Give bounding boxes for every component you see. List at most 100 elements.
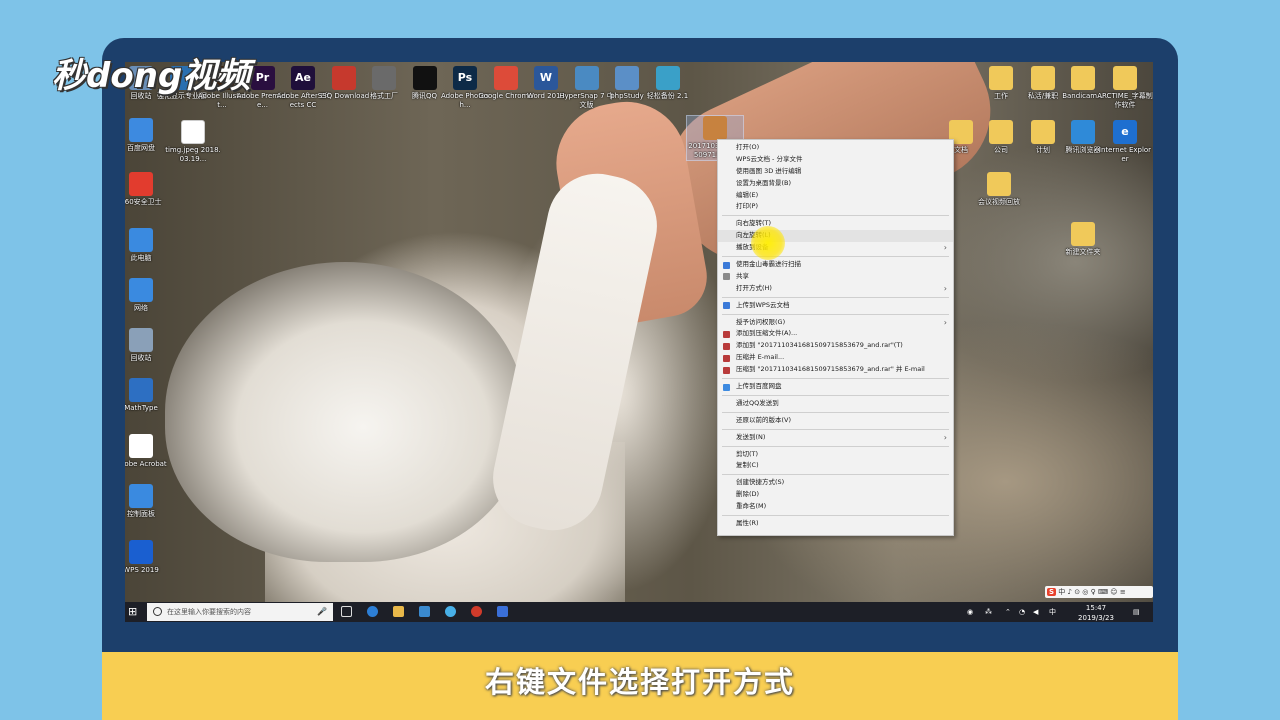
context-menu-item[interactable]: WPS云文档 - 分享文件 — [718, 154, 953, 166]
context-menu-item-label: 删除(D) — [736, 490, 760, 499]
submenu-arrow-icon: › — [943, 243, 947, 253]
menu-separator — [722, 313, 949, 315]
chrome-icon — [493, 66, 518, 90]
tray-date: 2019/3/23 — [1078, 614, 1114, 622]
recycle-bin-icon — [129, 328, 153, 352]
desktop-left-icon-0[interactable]: 百度网盘 — [125, 118, 169, 153]
taskbar: ⊞ 在这里输入你要搜索的内容 🎤 ◉ ⁂ ⌃ ◔ ◀ 中 15:47 2019/… — [125, 602, 1153, 622]
desktop-left-icon-label: 网络 — [134, 304, 148, 312]
context-menu-item[interactable]: 设置为桌面背景(B) — [718, 178, 953, 190]
desktop-top-icon-13[interactable]: 轻松备份 2.1 — [640, 66, 696, 101]
tray-volume-icon[interactable]: ◀ — [1033, 607, 1038, 617]
acrobat-icon — [129, 434, 153, 458]
tray-shield-icon[interactable]: ◉ — [967, 607, 973, 617]
word-icon: W — [534, 66, 558, 90]
context-menu-item[interactable]: 复制(C) — [718, 460, 953, 472]
context-menu-item-label: 还原以前的版本(V) — [736, 415, 792, 424]
context-menu-item-label: 创建快捷方式(S) — [736, 478, 785, 487]
desktop-left-icon-2[interactable]: 此电脑 — [125, 228, 169, 263]
context-menu-item-label: 共享 — [736, 271, 749, 280]
folder-icon — [989, 120, 1013, 144]
context-menu-item-label: 重命名(M) — [736, 502, 767, 511]
desktop-left-icon-3[interactable]: 网络 — [125, 278, 169, 313]
folder-icon — [987, 172, 1011, 196]
context-menu-item[interactable]: 还原以前的版本(V) — [718, 415, 953, 427]
app-taskbar-icon[interactable] — [497, 606, 508, 617]
record-icon[interactable] — [471, 606, 482, 617]
tray-wifi-icon[interactable]: ◔ — [1019, 607, 1025, 617]
context-menu-item-label: 剪切(T) — [736, 449, 759, 458]
context-menu-item[interactable]: 授予访问权限(G) › — [718, 317, 953, 329]
menu-item-icon — [723, 261, 730, 269]
context-menu-item[interactable]: 发送到(N) › — [718, 432, 953, 444]
desktop-file-jpeg[interactable]: timg.jpeg 2018.03.19... — [165, 120, 221, 164]
tray-clock[interactable]: 15:47 2019/3/23 — [1075, 603, 1117, 622]
action-center-icon[interactable]: ▤ — [1133, 607, 1140, 617]
tray-up-arrow-icon[interactable]: ⌃ — [1005, 607, 1011, 617]
tencent-browser-icon[interactable] — [445, 606, 456, 617]
desktop-left-icon-label: 此电脑 — [130, 254, 152, 262]
desktop-left-icon-label: 回收站 — [130, 354, 152, 362]
context-menu-item[interactable]: 上传到WPS云文档 — [718, 300, 953, 312]
context-menu-item[interactable]: 压缩并 E-mail... — [718, 352, 953, 364]
context-menu-item-label: WPS云文档 - 分享文件 — [736, 154, 803, 163]
edge-icon[interactable] — [367, 606, 378, 617]
download-icon — [331, 66, 356, 90]
desktop-right-icon-3[interactable]: ARCTIME_字幕制作软件 — [1097, 66, 1153, 110]
context-menu-item[interactable]: 共享 — [718, 271, 953, 283]
context-menu: 打开(O) WPS云文档 - 分享文件使用画图 3D 进行编辑 设置为桌面背景(B)… — [717, 139, 954, 536]
context-menu-item[interactable]: 打开(O) — [718, 142, 953, 154]
desktop-left-icon-label: 控制面板 — [127, 510, 155, 518]
desktop-left-icon-1[interactable]: 360安全卫士 — [125, 172, 169, 207]
context-menu-item[interactable]: 使用金山毒霸进行扫描 — [718, 259, 953, 271]
folder-icon — [989, 66, 1013, 90]
desktop-left-icon-8[interactable]: WPS 2019 — [125, 540, 169, 575]
desktop-right-icon-9[interactable]: 会议视频回放 — [971, 172, 1027, 207]
submenu-arrow-icon: › — [943, 317, 947, 327]
menu-separator — [722, 428, 949, 430]
context-menu-item-label: 添加到 "20171103416815097158536​79_and.rar"… — [736, 341, 903, 350]
context-menu-item[interactable]: 打开方式(H) › — [718, 283, 953, 295]
task-view-icon[interactable] — [341, 606, 352, 617]
context-menu-item-label: 打印(P) — [736, 202, 758, 211]
context-menu-item[interactable]: 编辑(E) — [718, 190, 953, 202]
desktop-left-icon-7[interactable]: 控制面板 — [125, 484, 169, 519]
menu-item-icon — [723, 354, 730, 362]
desktop-right-icon-8[interactable]: e Internet Explorer — [1097, 120, 1153, 164]
windows-start-icon[interactable]: ⊞ — [128, 606, 140, 618]
context-menu-item[interactable]: 压缩到 "20171103416815097158536​79_and.rar"… — [718, 364, 953, 376]
menu-item-icon — [723, 302, 730, 310]
context-menu-item[interactable]: 剪切(T) — [718, 449, 953, 461]
menu-item-icon — [723, 330, 730, 338]
desktop-left-icon-6[interactable]: Adobe Acrobat — [125, 434, 169, 469]
context-menu-item[interactable]: 打印(P) — [718, 201, 953, 213]
sogou-icon: S — [1047, 588, 1057, 596]
ime-toolbar[interactable]: S 中 ♪ ⊙ ◎ ♀ ⌨ ☺ ≡ — [1045, 586, 1153, 598]
context-menu-item[interactable]: 属性(R) — [718, 518, 953, 530]
qq-icon — [412, 66, 437, 90]
context-menu-item[interactable]: 添加到 "20171103416815097158536​79_and.rar"… — [718, 340, 953, 352]
menu-separator — [722, 256, 949, 258]
file-explorer-icon[interactable] — [393, 606, 404, 617]
context-menu-item[interactable]: 上传到百度网盘 — [718, 381, 953, 393]
microphone-icon[interactable]: 🎤 — [317, 603, 327, 621]
store-icon[interactable] — [419, 606, 430, 617]
context-menu-item[interactable]: 添加到压缩文件(A)... — [718, 328, 953, 340]
folder-icon — [1071, 66, 1095, 90]
wallpaper-dog-head — [165, 262, 525, 562]
context-menu-item[interactable]: 使用画图 3D 进行编辑 — [718, 166, 953, 178]
context-menu-item[interactable]: 创建快捷方式(S) — [718, 477, 953, 489]
context-menu-item[interactable]: 向右旋转(T) — [718, 218, 953, 230]
desktop-left-icon-label: 360安全卫士 — [125, 198, 162, 206]
desktop-left-icon-label: MathType — [125, 404, 158, 412]
tray-language[interactable]: 中 — [1049, 607, 1056, 617]
context-menu-item[interactable]: 通过QQ发送到 — [718, 398, 953, 410]
context-menu-item[interactable]: 删除(D) — [718, 489, 953, 501]
desktop-left-icon-4[interactable]: 回收站 — [125, 328, 169, 363]
context-menu-item[interactable]: 重命名(M) — [718, 501, 953, 513]
desktop-right-icon-10[interactable]: 新建文件夹 — [1055, 222, 1111, 257]
menu-item-icon — [723, 273, 730, 281]
taskbar-search-box[interactable]: 在这里输入你要搜索的内容 🎤 — [147, 603, 333, 621]
desktop-left-icon-5[interactable]: MathType — [125, 378, 169, 413]
tray-network-icon[interactable]: ⁂ — [985, 607, 992, 617]
